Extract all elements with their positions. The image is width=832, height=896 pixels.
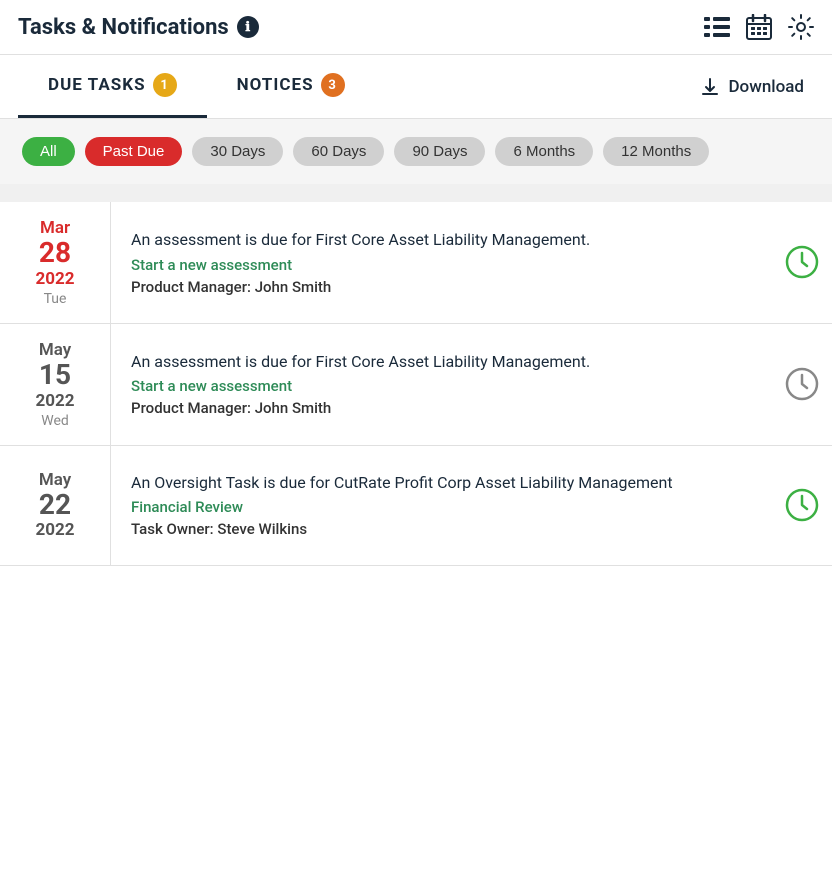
download-icon [700,77,720,97]
task-date-3: May 22 2022 [0,446,110,565]
table-row: Mar 28 2022 Tue An assessment is due for… [0,202,832,324]
task-month: May [39,470,71,490]
download-label: Download [728,77,804,97]
filter-past-due[interactable]: Past Due [85,137,183,166]
task-day: 28 [39,238,71,269]
header-icons [704,14,814,40]
filter-6-months[interactable]: 6 Months [495,137,593,166]
table-row: May 22 2022 An Oversight Task is due for… [0,446,832,566]
list-icon [704,16,730,38]
task-content-1: An assessment is due for First Core Asse… [110,202,772,323]
filter-90-days[interactable]: 90 Days [394,137,485,166]
task-weekday: Wed [41,413,69,429]
header: Tasks & Notifications ℹ [0,0,832,55]
clock-icon [784,366,820,402]
filter-bar: All Past Due 30 Days 60 Days 90 Days 6 M… [0,119,832,184]
clock-icon [784,244,820,280]
task-action-link[interactable]: Financial Review [131,498,752,516]
task-clock-icon-container [772,446,832,565]
task-year: 2022 [35,520,74,540]
task-description: An assessment is due for First Core Asse… [131,229,752,251]
calendar-icon-button[interactable] [746,14,772,40]
task-month: May [39,340,71,360]
settings-icon-button[interactable] [788,14,814,40]
task-year: 2022 [35,391,74,411]
task-list: Mar 28 2022 Tue An assessment is due for… [0,202,832,566]
tab-notices[interactable]: NOTICES 3 [207,55,375,118]
tab-bar: DUE TASKS 1 NOTICES 3 Download [0,55,832,119]
filter-60-days[interactable]: 60 Days [293,137,384,166]
task-content-2: An assessment is due for First Core Asse… [110,324,772,445]
list-icon-button[interactable] [704,16,730,38]
task-date-2: May 15 2022 Wed [0,324,110,445]
task-content-3: An Oversight Task is due for CutRate Pro… [110,446,772,565]
task-clock-icon-container [772,202,832,323]
task-description: An Oversight Task is due for CutRate Pro… [131,472,752,494]
task-meta: Product Manager: John Smith [131,278,752,296]
task-date-1: Mar 28 2022 Tue [0,202,110,323]
task-action-link[interactable]: Start a new assessment [131,256,752,274]
table-row: May 15 2022 Wed An assessment is due for… [0,324,832,446]
notices-label: NOTICES [237,75,314,95]
info-icon[interactable]: ℹ [237,16,259,38]
task-meta: Task Owner: Steve Wilkins [131,520,752,538]
task-day: 22 [39,490,71,521]
task-action-link[interactable]: Start a new assessment [131,377,752,395]
task-year: 2022 [35,269,74,289]
due-tasks-label: DUE TASKS [48,75,146,95]
task-month: Mar [40,218,70,238]
page-title: Tasks & Notifications [18,15,229,40]
clock-icon [784,487,820,523]
filter-all[interactable]: All [22,137,75,166]
section-divider [0,184,832,202]
settings-icon [788,14,814,40]
task-weekday: Tue [44,291,67,307]
task-description: An assessment is due for First Core Asse… [131,351,752,373]
due-tasks-badge: 1 [153,73,177,97]
tab-due-tasks[interactable]: DUE TASKS 1 [18,55,207,118]
task-meta: Product Manager: John Smith [131,399,752,417]
task-day: 15 [39,360,71,391]
filter-30-days[interactable]: 30 Days [192,137,283,166]
calendar-icon [746,14,772,40]
task-clock-icon-container [772,324,832,445]
filter-12-months[interactable]: 12 Months [603,137,709,166]
download-button[interactable]: Download [690,59,814,115]
notices-badge: 3 [321,73,345,97]
